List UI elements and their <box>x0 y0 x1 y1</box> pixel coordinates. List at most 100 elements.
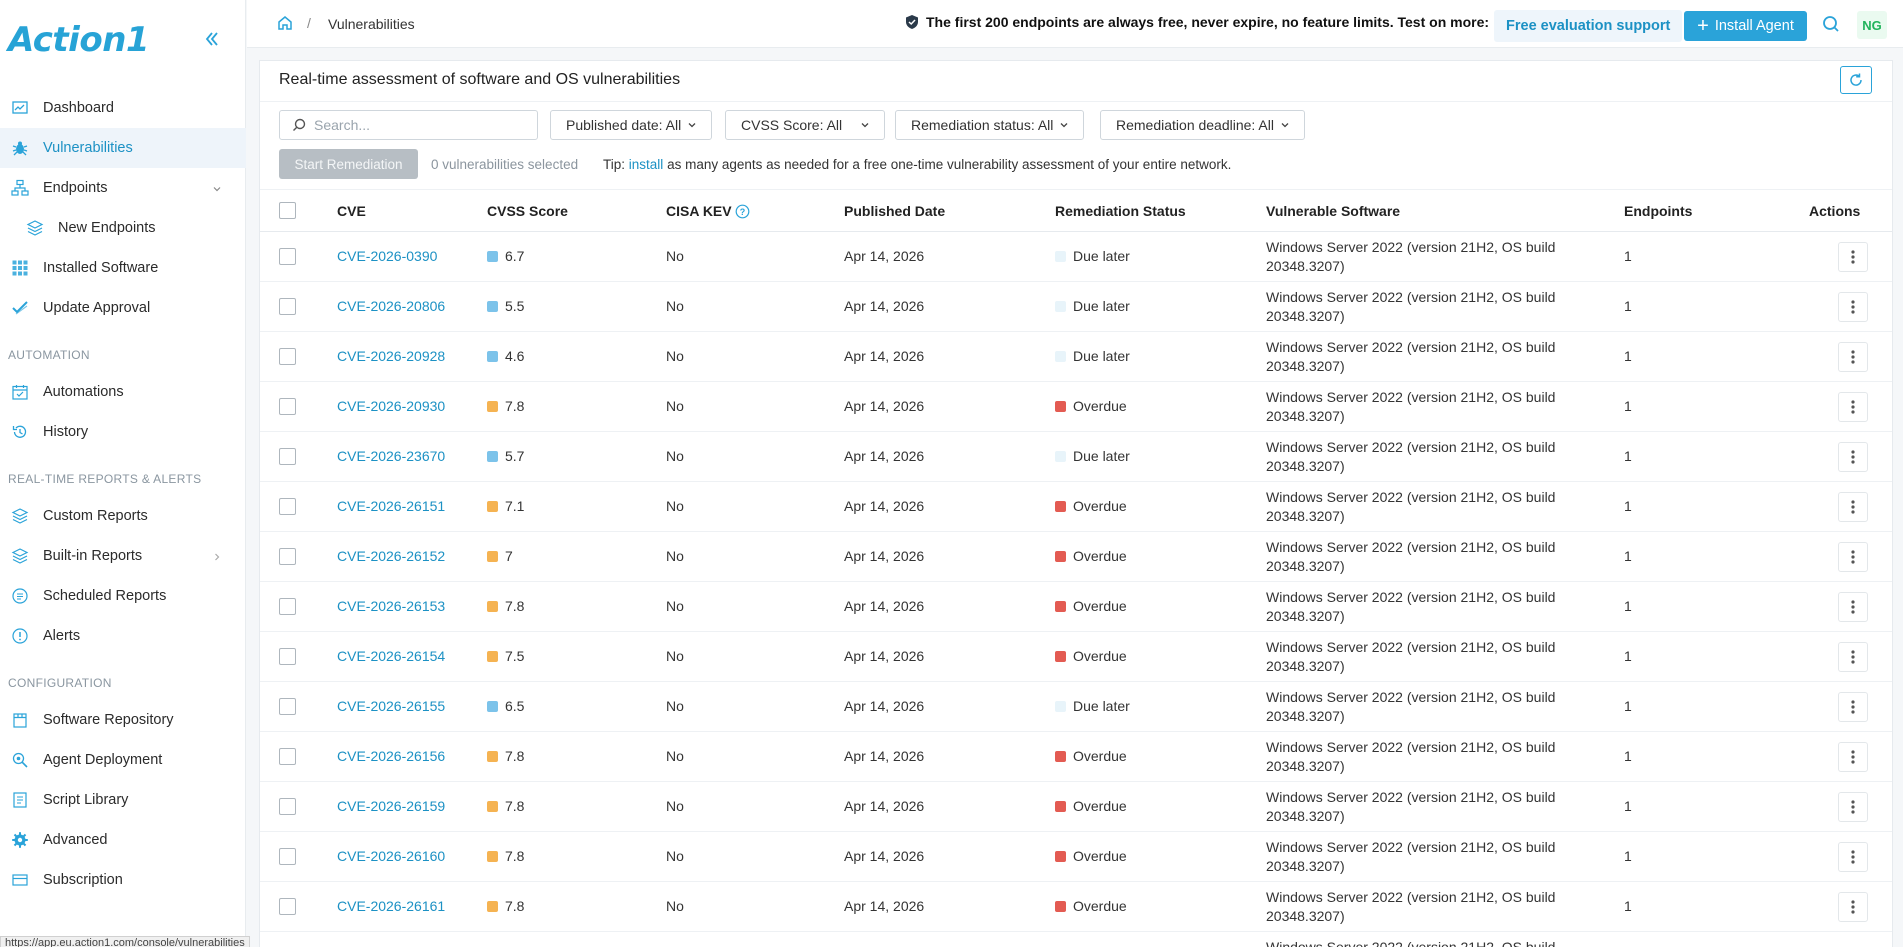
home-icon[interactable] <box>277 15 293 34</box>
sidebar-item-built-in-reports[interactable]: Built-in Reports <box>0 536 246 576</box>
free-evaluation-support-button[interactable]: Free evaluation support <box>1494 10 1683 42</box>
table-row[interactable]: CVE-2026-0390 6.7 No Apr 14, 2026 Due la… <box>260 232 1892 282</box>
sidebar-item-dashboard[interactable]: Dashboard <box>0 88 246 128</box>
cve-link[interactable]: CVE-2026-26153 <box>337 598 445 614</box>
row-checkbox[interactable] <box>279 248 296 265</box>
row-actions-button[interactable] <box>1838 292 1868 322</box>
table-row[interactable]: CVE-2026-20928 4.6 No Apr 14, 2026 Due l… <box>260 332 1892 382</box>
sidebar-item-agent-deployment[interactable]: Agent Deployment <box>0 740 246 780</box>
sidebar-item-subscription[interactable]: Subscription <box>0 860 246 900</box>
row-actions-button[interactable] <box>1838 242 1868 272</box>
cve-link[interactable]: CVE-2026-20806 <box>337 298 445 314</box>
endpoints-count[interactable]: 1 <box>1624 548 1632 564</box>
row-checkbox[interactable] <box>279 548 296 565</box>
remediation-status-filter[interactable]: Remediation status: All <box>895 110 1085 140</box>
select-all-checkbox[interactable] <box>279 202 296 219</box>
table-row[interactable]: CVE-2026-26159 7.8 No Apr 14, 2026 Overd… <box>260 782 1892 832</box>
cve-link[interactable]: CVE-2026-26152 <box>337 548 445 564</box>
sidebar-item-automations[interactable]: Automations <box>0 372 246 412</box>
column-header-kev[interactable]: CISA KEV ? <box>666 203 750 219</box>
column-header-published[interactable]: Published Date <box>844 203 945 219</box>
cve-link[interactable]: CVE-2026-23670 <box>337 448 445 464</box>
search-input[interactable] <box>314 117 514 133</box>
cve-link[interactable]: CVE-2026-26151 <box>337 498 445 514</box>
endpoints-count[interactable]: 1 <box>1624 798 1632 814</box>
row-checkbox[interactable] <box>279 698 296 715</box>
row-actions-button[interactable] <box>1838 392 1868 422</box>
endpoints-count[interactable]: 1 <box>1624 598 1632 614</box>
sidebar-item-history[interactable]: History <box>0 412 246 452</box>
user-avatar[interactable]: NG <box>1857 11 1887 39</box>
cve-link[interactable]: CVE-2026-26160 <box>337 848 445 864</box>
row-checkbox[interactable] <box>279 498 296 515</box>
row-checkbox[interactable] <box>279 298 296 315</box>
tip-install-link[interactable]: install <box>629 157 664 172</box>
row-actions-button[interactable] <box>1838 892 1868 922</box>
column-header-software[interactable]: Vulnerable Software <box>1266 203 1400 219</box>
row-actions-button[interactable] <box>1838 492 1868 522</box>
endpoints-count[interactable]: 1 <box>1624 348 1632 364</box>
sidebar-item-software-repository[interactable]: Software Repository <box>0 700 246 740</box>
refresh-button[interactable] <box>1840 66 1872 94</box>
endpoints-count[interactable]: 1 <box>1624 698 1632 714</box>
table-row[interactable]: CVE-2026-26155 6.5 No Apr 14, 2026 Due l… <box>260 682 1892 732</box>
cve-link[interactable]: CVE-2026-0390 <box>337 248 437 264</box>
cve-link[interactable]: CVE-2026-26155 <box>337 698 445 714</box>
sidebar-item-custom-reports[interactable]: Custom Reports <box>0 496 246 536</box>
collapse-sidebar-button[interactable] <box>200 27 224 51</box>
table-row[interactable]: CVE-2026-26161 7.8 No Apr 14, 2026 Overd… <box>260 882 1892 932</box>
column-header-endpoints[interactable]: Endpoints <box>1624 203 1692 219</box>
sidebar-item-script-library[interactable]: Script Library <box>0 780 246 820</box>
sidebar-item-endpoints[interactable]: Endpoints <box>0 168 246 208</box>
row-checkbox[interactable] <box>279 398 296 415</box>
table-row[interactable]: Windows Server 2022 (version 21H2, OS bu… <box>260 932 1892 947</box>
table-row[interactable]: CVE-2026-26160 7.8 No Apr 14, 2026 Overd… <box>260 832 1892 882</box>
endpoints-count[interactable]: 1 <box>1624 848 1632 864</box>
row-actions-button[interactable] <box>1838 542 1868 572</box>
row-checkbox[interactable] <box>279 748 296 765</box>
cvss-score-filter[interactable]: CVSS Score: All <box>725 110 885 140</box>
row-checkbox[interactable] <box>279 348 296 365</box>
cve-link[interactable]: CVE-2026-26154 <box>337 648 445 664</box>
endpoints-count[interactable]: 1 <box>1624 448 1632 464</box>
row-checkbox[interactable] <box>279 598 296 615</box>
global-search-icon[interactable] <box>1822 15 1840 36</box>
row-actions-button[interactable] <box>1838 342 1868 372</box>
row-actions-button[interactable] <box>1838 642 1868 672</box>
row-actions-button[interactable] <box>1838 842 1868 872</box>
row-checkbox[interactable] <box>279 898 296 915</box>
endpoints-count[interactable]: 1 <box>1624 648 1632 664</box>
remediation-deadline-filter[interactable]: Remediation deadline: All <box>1100 110 1305 140</box>
table-row[interactable]: CVE-2026-23670 5.7 No Apr 14, 2026 Due l… <box>260 432 1892 482</box>
endpoints-count[interactable]: 1 <box>1624 498 1632 514</box>
start-remediation-button[interactable]: Start Remediation <box>279 149 418 179</box>
cve-link[interactable]: CVE-2026-26159 <box>337 798 445 814</box>
cve-link[interactable]: CVE-2026-26156 <box>337 748 445 764</box>
row-checkbox[interactable] <box>279 798 296 815</box>
endpoints-count[interactable]: 1 <box>1624 898 1632 914</box>
sidebar-item-scheduled-reports[interactable]: Scheduled Reports <box>0 576 246 616</box>
sidebar-item-update-approval[interactable]: Update Approval <box>0 288 246 328</box>
row-checkbox[interactable] <box>279 848 296 865</box>
sidebar-item-new-endpoints[interactable]: New Endpoints <box>0 208 246 248</box>
row-actions-button[interactable] <box>1838 442 1868 472</box>
published-date-filter[interactable]: Published date: All <box>550 110 713 140</box>
row-checkbox[interactable] <box>279 448 296 465</box>
table-row[interactable]: CVE-2026-26154 7.5 No Apr 14, 2026 Overd… <box>260 632 1892 682</box>
chevron-down-icon[interactable] <box>212 181 222 197</box>
chevron-right-icon[interactable] <box>212 549 222 565</box>
row-actions-button[interactable] <box>1838 742 1868 772</box>
row-actions-button[interactable] <box>1838 692 1868 722</box>
table-row[interactable]: CVE-2026-26153 7.8 No Apr 14, 2026 Overd… <box>260 582 1892 632</box>
table-row[interactable]: CVE-2026-20930 7.8 No Apr 14, 2026 Overd… <box>260 382 1892 432</box>
endpoints-count[interactable]: 1 <box>1624 298 1632 314</box>
logo[interactable]: Action1 <box>8 20 150 60</box>
table-row[interactable]: CVE-2026-26152 7 No Apr 14, 2026 Overdue… <box>260 532 1892 582</box>
table-row[interactable]: CVE-2026-20806 5.5 No Apr 14, 2026 Due l… <box>260 282 1892 332</box>
sidebar-item-alerts[interactable]: Alerts <box>0 616 246 656</box>
install-agent-button[interactable]: + Install Agent <box>1684 11 1807 41</box>
endpoints-count[interactable]: 1 <box>1624 248 1632 264</box>
sidebar-item-vulnerabilities[interactable]: Vulnerabilities <box>0 128 246 168</box>
sidebar-item-advanced[interactable]: Advanced <box>0 820 246 860</box>
row-checkbox[interactable] <box>279 648 296 665</box>
